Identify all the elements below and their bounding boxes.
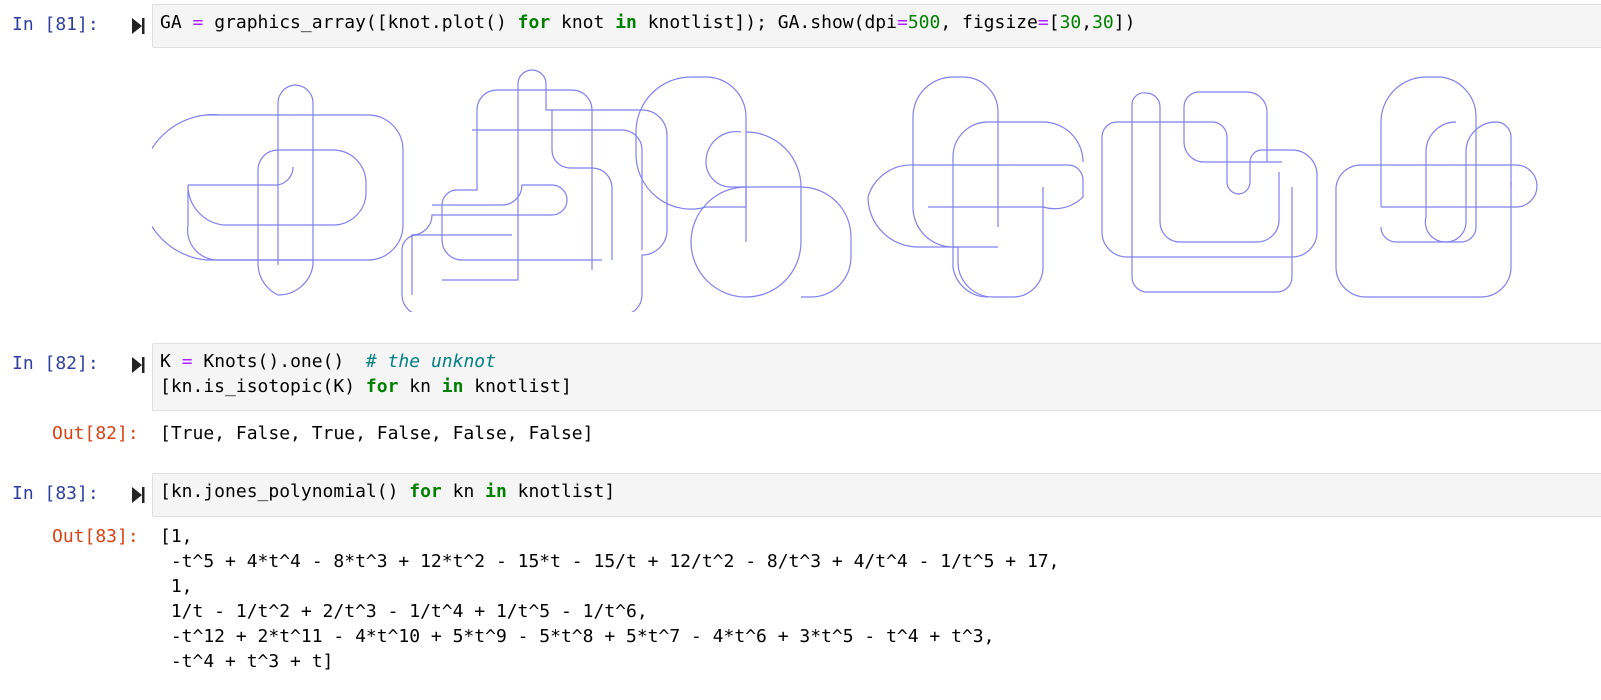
code-token: for [365, 376, 399, 397]
code-token: = [181, 351, 193, 372]
code-cell-83[interactable]: [kn.jones_polynomial() for kn in knotlis… [152, 473, 1601, 517]
code-token: graphics_array([knot.plot() [203, 12, 518, 33]
knot-plot-6 [1335, 76, 1538, 298]
code-token: knotlist] [463, 376, 572, 397]
code-token: for [517, 12, 551, 33]
code-token: knotlist]); GA.show(dpi [636, 12, 897, 33]
code-line: GA = graphics_array([knot.plot() for kno… [160, 10, 1601, 35]
output-text-82: [True, False, True, False, False, False] [160, 423, 594, 444]
code-token: GA [160, 12, 193, 33]
knot-plots-output [152, 69, 1538, 312]
code-token: kn [398, 376, 442, 397]
run-cell-icon[interactable] [130, 17, 146, 35]
code-line: K = Knots().one() # the unknot [160, 349, 1601, 374]
code-token: [ [1048, 12, 1060, 33]
code-token: # the unknot [365, 351, 496, 372]
code-token: in [441, 376, 464, 397]
code-token: K [160, 351, 182, 372]
code-token: for [409, 481, 442, 502]
output-text-83: [1, -t^5 + 4*t^4 - 8*t^3 + 12*t^2 - 15*t… [160, 526, 1060, 672]
code-cell-81[interactable]: GA = graphics_array([knot.plot() for kno… [152, 4, 1601, 48]
code-token: , [1081, 12, 1093, 33]
code-token: ]) [1113, 12, 1136, 33]
code-token: = [1037, 12, 1049, 33]
code-token: 30 [1059, 12, 1082, 33]
code-line: [kn.jones_polynomial() for kn in knotlis… [160, 479, 1601, 504]
code-token: 500 [907, 12, 941, 33]
code-token: knotlist] [506, 481, 616, 502]
in-prompt-83: In [83]: [12, 483, 99, 504]
code-token: in [615, 12, 637, 33]
code-token: in [485, 481, 507, 502]
code-cell-82[interactable]: K = Knots().one() # the unknot [kn.is_iso… [152, 343, 1601, 411]
code-token: knot [550, 12, 616, 33]
knot-plot-1 [152, 84, 404, 296]
code-line: [kn.is_isotopic(K) for kn in knotlist] [160, 374, 1601, 399]
run-cell-icon[interactable] [130, 356, 146, 374]
run-cell-icon[interactable] [130, 486, 146, 504]
code-token: , figsize [940, 12, 1038, 33]
code-token: [kn.jones_polynomial() [160, 481, 410, 502]
in-prompt-81: In [81]: [12, 14, 99, 35]
out-prompt-83: Out[83]: [52, 526, 139, 547]
knot-plot-2 [401, 69, 668, 312]
code-token: = [896, 12, 908, 33]
knot-plot-3 [635, 76, 852, 298]
knot-plot-5 [1101, 91, 1318, 293]
code-token: [kn.is_isotopic(K) [160, 376, 366, 397]
code-token: = [192, 12, 204, 33]
knot-plot-4 [867, 76, 1084, 298]
code-token: kn [441, 481, 486, 502]
code-token: Knots().one() [192, 351, 366, 372]
out-prompt-82: Out[82]: [52, 423, 139, 444]
code-token: 30 [1092, 12, 1114, 33]
in-prompt-82: In [82]: [12, 353, 99, 374]
